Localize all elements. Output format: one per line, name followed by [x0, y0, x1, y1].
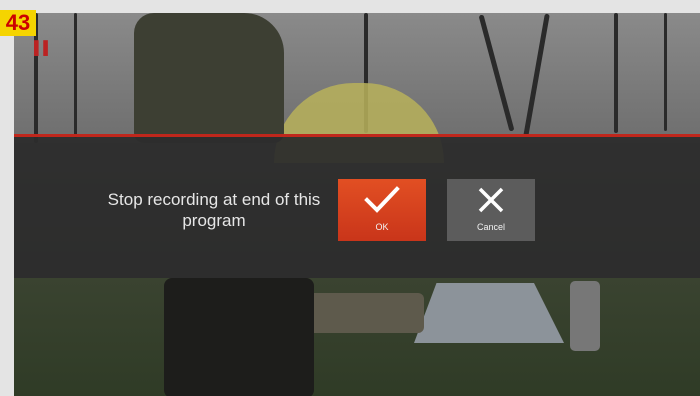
video-tree [614, 13, 618, 133]
checkmark-icon [364, 186, 400, 213]
video-tree [74, 13, 77, 138]
video-ground-items [304, 293, 424, 333]
cancel-button[interactable]: Cancel [447, 179, 535, 241]
video-person-legs [164, 278, 314, 396]
window-frame-left [0, 0, 14, 396]
video-person [134, 13, 284, 143]
window-frame-top [0, 0, 700, 13]
video-thermos [570, 281, 600, 351]
dialog-message: Stop recording at end of this program [107, 190, 321, 230]
recording-indicator-icon: ▌▌ [34, 40, 53, 55]
cancel-button-label: Cancel [476, 222, 505, 232]
ok-button-label: OK [375, 222, 389, 232]
stop-recording-dialog: Stop recording at end of this program OK… [14, 134, 700, 278]
video-tree [664, 13, 667, 131]
ok-button[interactable]: OK [338, 179, 426, 241]
index-badge: 43 [0, 10, 36, 36]
close-icon [478, 187, 504, 213]
